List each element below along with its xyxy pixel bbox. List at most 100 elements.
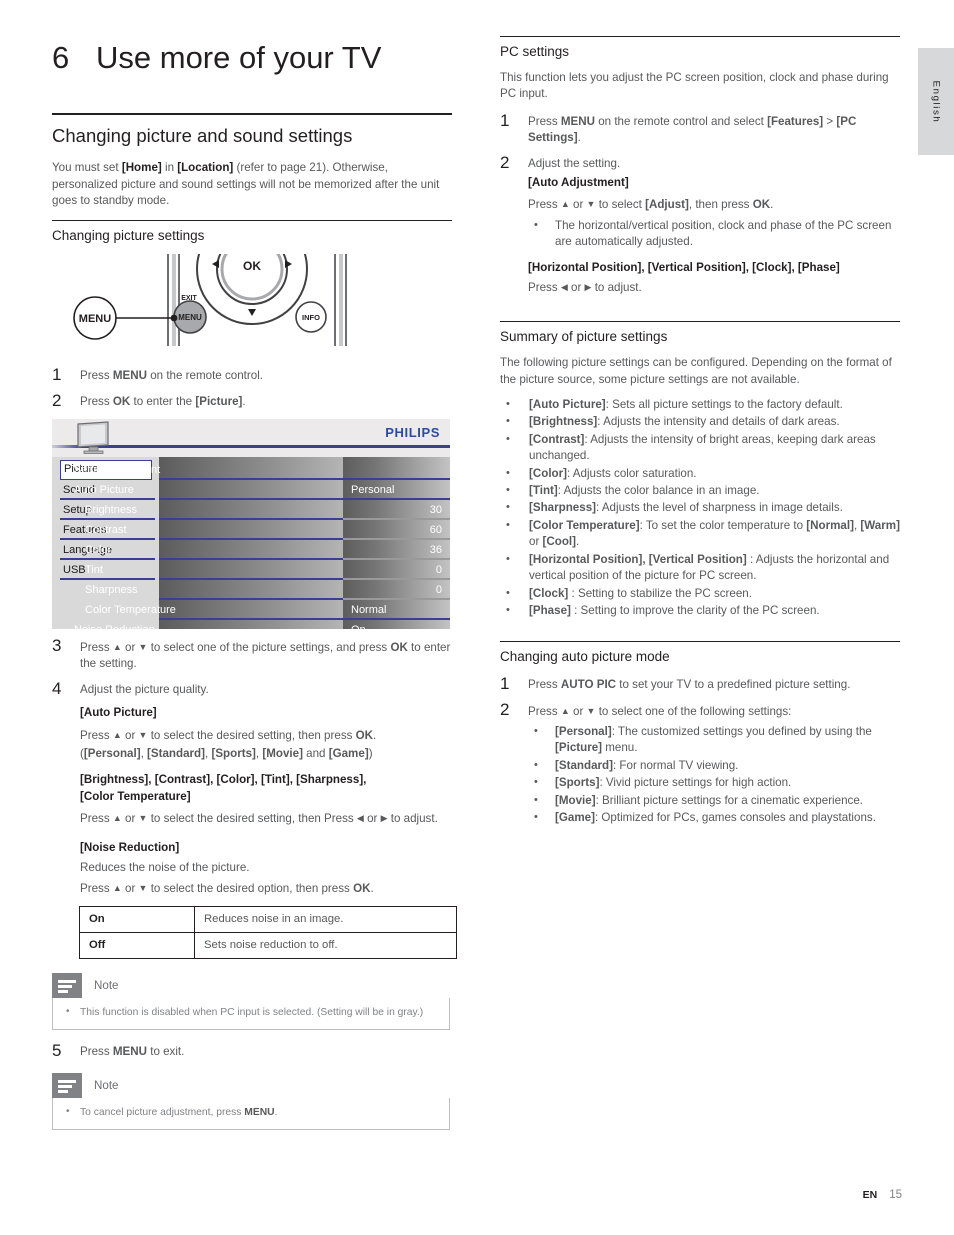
pcs2-l3b: or	[567, 280, 585, 294]
apm-step-1-text: Press AUTO PIC to set your TV to a prede…	[528, 677, 900, 693]
list-item: [Color]: Adjusts color saturation.	[500, 465, 900, 482]
note-body-2: To cancel picture adjustment, press MENU…	[52, 1098, 450, 1131]
tv-menu-row[interactable]: Contrast	[52, 520, 343, 541]
step-3-number: 3	[52, 636, 62, 656]
tv-menu-value: 36	[343, 540, 450, 561]
step4-head-list-a: [Brightness], [Contrast], [Color], [Tint…	[80, 773, 367, 787]
tv-menu-row[interactable]: Noise Reduction	[52, 620, 343, 629]
apm-term-movie: [Movie]	[555, 793, 596, 807]
list-item: [Auto Picture]: Sets all picture setting…	[500, 396, 900, 413]
summary-term-sharpness: [Sharpness]	[529, 501, 597, 515]
tv-menu-row[interactable]: Brightness	[52, 500, 343, 521]
step1-a: Press	[80, 369, 113, 383]
step4-head-list-b: [Color Temperature]	[80, 789, 191, 803]
intro-bold-location: [Location]	[177, 161, 234, 175]
apm-term-sports: [Sports]	[555, 776, 600, 790]
tv-value-color: 36	[429, 544, 442, 557]
left-column: Changing picture and sound settings You …	[52, 113, 457, 1144]
step5-c: to exit.	[147, 1044, 185, 1058]
step4-sports: [Sports]	[211, 747, 256, 761]
step2-a: Press	[80, 394, 113, 408]
tv-value-color-temperature: Normal	[351, 604, 387, 617]
step4-ok: OK	[355, 728, 374, 742]
intro-part-1: You must set	[52, 161, 122, 175]
summary-desc-auto-picture: : Sets all picture settings to the facto…	[605, 398, 843, 412]
noise-reduction-table: On Reduces noise in an image. Off Sets n…	[79, 905, 457, 959]
pc-step-2-text: Adjust the setting. [Auto Adjustment] Pr…	[528, 156, 900, 297]
step5-key: MENU	[112, 1044, 147, 1058]
pcs2-head-auto-adjustment: [Auto Adjustment]	[528, 175, 629, 189]
step4-l6a: Press	[80, 881, 113, 895]
pcs2-ok: OK	[752, 198, 771, 212]
step2-picture: [Picture]	[195, 394, 243, 408]
step-2-text: Press OK to enter the [Picture].	[80, 394, 452, 410]
tv-value-brightness: 30	[429, 504, 442, 517]
step4-l4c: to select the desired setting, then Pres…	[147, 812, 357, 826]
summary-term-clock: [Clock]	[529, 586, 569, 600]
step-5-text: Press MENU to exit.	[80, 1044, 452, 1060]
summary-term-auto-picture: [Auto Picture]	[529, 398, 606, 412]
tv-menu-row[interactable]: Color	[52, 540, 343, 561]
apm-term-game: [Game]	[555, 811, 595, 825]
summary-term-tint: [Tint]	[529, 484, 558, 498]
pcs1-e: >	[823, 114, 837, 128]
note-item: To cancel picture adjustment, press MENU…	[63, 1105, 439, 1120]
step4-l5: Reduces the noise of the picture.	[80, 861, 250, 875]
list-item: [Sports]: Vivid picture settings for hig…	[528, 774, 900, 791]
pcs1-c: on the remote control and select	[595, 114, 768, 128]
step4-head-noise-reduction: [Noise Reduction]	[80, 840, 180, 854]
tv-menu-value	[343, 460, 450, 481]
pcs2-head-positions: [Horizontal Position], [Vertical Positio…	[528, 260, 840, 274]
summary-desc-color: : Adjusts color saturation.	[567, 466, 697, 480]
summary-ct-cool: [Cool]	[542, 535, 577, 549]
apm2-b: or	[569, 704, 587, 718]
summary-ct-warm: [Warm]	[860, 518, 900, 532]
note-icon	[52, 972, 82, 998]
step-5-number: 5	[52, 1040, 62, 1060]
step4-l4b: or	[121, 812, 139, 826]
apm-term-standard: [Standard]	[555, 758, 613, 772]
step3-ok: OK	[390, 641, 408, 655]
list-item: [Brightness]: Adjusts the intensity and …	[500, 413, 900, 430]
tv-menu-row[interactable]: Settings assistant	[52, 460, 343, 481]
tv-menu-value: 0	[343, 560, 450, 581]
remote-control-figure: OK EXIT MENU INFO MENU	[52, 213, 452, 354]
step4-paren-close: )	[368, 747, 373, 761]
tv-menu-row[interactable]: Auto Picture	[52, 480, 343, 501]
step1-c: on the remote control.	[147, 369, 263, 383]
tv-row-label-color-temperature: Color Temperature	[85, 604, 176, 617]
apm-desc-game: : Optimized for PCs, games consoles and …	[594, 811, 876, 825]
note2-key: MENU	[244, 1107, 275, 1119]
pcs1-features: [Features]	[767, 114, 824, 128]
tv-row-label-color: Color	[85, 544, 112, 557]
section-title-pc-settings: PC settings	[500, 44, 570, 59]
apm2-a: Press	[528, 704, 561, 718]
table-cell-desc-on: Reduces noise in an image.	[194, 905, 457, 933]
subsection-divider	[52, 220, 452, 222]
apm-step-2-number: 2	[500, 699, 510, 719]
summary-list: [Auto Picture]: Sets all picture setting…	[500, 396, 900, 619]
tv-menu-row[interactable]: Tint	[52, 560, 343, 581]
tv-menu-row[interactable]: Sharpness	[52, 580, 343, 601]
step4-l6e: .	[370, 881, 374, 895]
tv-menu-row[interactable]: Color Temperature	[52, 600, 343, 621]
note-header-1: Note	[52, 972, 450, 998]
summary-term-phase: [Phase]	[529, 603, 571, 617]
apm-term-personal: [Personal]	[555, 725, 612, 738]
summary-desc-brightness: : Adjusts the intensity and details of d…	[597, 415, 840, 429]
step2-key: OK	[112, 394, 131, 408]
step4-head-auto-picture: [Auto Picture]	[80, 706, 157, 720]
up-arrow-icon: ▲	[112, 642, 122, 653]
tv-menu-header: PHILIPS	[52, 419, 450, 458]
step-4-left: 4 Adjust the picture quality. [Auto Pict…	[52, 679, 452, 897]
svg-text:MENU: MENU	[79, 313, 111, 325]
step4-l6-ok: OK	[353, 881, 371, 895]
tv-value-auto-picture: Personal	[351, 484, 395, 497]
list-item: The horizontal/vertical position, clock …	[528, 217, 900, 251]
apm1-autopic: AUTO PIC	[560, 678, 617, 692]
summary-desc-phase: : Setting to improve the clarity of the …	[570, 603, 820, 617]
table-row: Off Sets noise reduction to off.	[79, 931, 457, 959]
section-title-picture-sound: Changing picture and sound settings	[52, 125, 353, 146]
note-box-1: Note This function is disabled when PC i…	[52, 972, 450, 1030]
tv-row-label-brightness: Brightness	[85, 504, 137, 517]
